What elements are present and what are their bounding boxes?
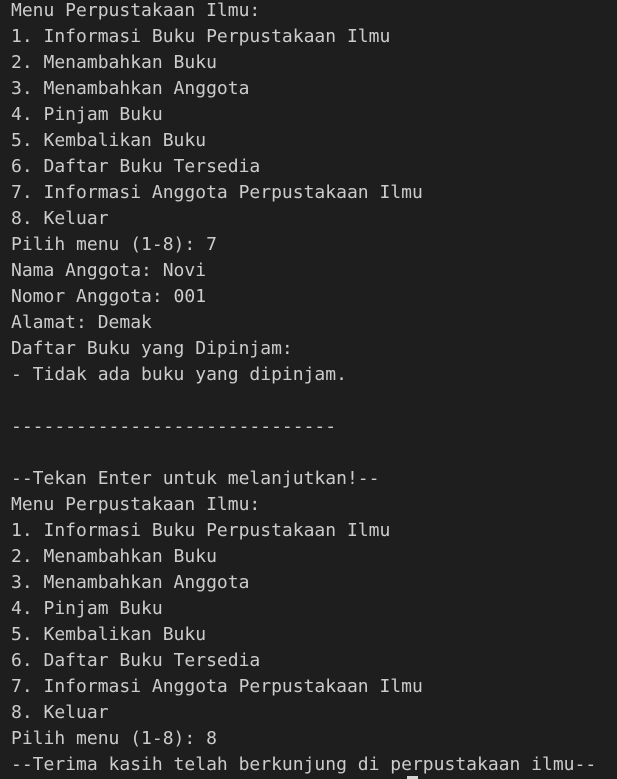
terminal-line: Pilih menu (1-8): 8 bbox=[11, 728, 217, 749]
terminal-line: Nama Anggota: Novi bbox=[11, 260, 207, 281]
terminal-line: 7. Informasi Anggota Perpustakaan Ilmu bbox=[11, 676, 423, 697]
terminal-line: 8. Keluar bbox=[11, 208, 109, 229]
terminal-line: --Tekan Enter untuk melanjutkan!-- bbox=[11, 468, 380, 489]
terminal-line: 3. Menambahkan Anggota bbox=[11, 78, 250, 99]
terminal-line: 3. Menambahkan Anggota bbox=[11, 572, 250, 593]
terminal-line: 1. Informasi Buku Perpustakaan Ilmu bbox=[11, 26, 391, 47]
terminal-line: Menu Perpustakaan Ilmu: bbox=[11, 0, 261, 21]
terminal-line: 2. Menambahkan Buku bbox=[11, 52, 217, 73]
separator-line: ------------------------------ bbox=[11, 416, 337, 437]
terminal-line: 4. Pinjam Buku bbox=[11, 598, 163, 619]
terminal-line: 4. Pinjam Buku bbox=[11, 104, 163, 125]
terminal-line: 2. Menambahkan Buku bbox=[11, 546, 217, 567]
terminal-line: Menu Perpustakaan Ilmu: bbox=[11, 494, 261, 515]
terminal-line: Alamat: Demak bbox=[11, 312, 152, 333]
terminal-line: 8. Keluar bbox=[11, 702, 109, 723]
terminal-line: 7. Informasi Anggota Perpustakaan Ilmu bbox=[11, 182, 423, 203]
terminal-line: Daftar Buku yang Dipinjam: bbox=[11, 338, 293, 359]
terminal-line: 1. Informasi Buku Perpustakaan Ilmu bbox=[11, 520, 391, 541]
terminal-line: Nomor Anggota: 001 bbox=[11, 286, 207, 307]
terminal-line: --Terima kasih telah berkunjung di perpu… bbox=[11, 754, 597, 775]
terminal-line: 6. Daftar Buku Tersedia bbox=[11, 156, 261, 177]
terminal-output[interactable]: Menu Perpustakaan Ilmu: 1. Informasi Buk… bbox=[0, 0, 617, 779]
terminal-line: 6. Daftar Buku Tersedia bbox=[11, 650, 261, 671]
terminal-line: 5. Kembalikan Buku bbox=[11, 130, 207, 151]
terminal-line: 5. Kembalikan Buku bbox=[11, 624, 207, 645]
terminal-line: - Tidak ada buku yang dipinjam. bbox=[11, 364, 347, 385]
terminal-line: Pilih menu (1-8): 7 bbox=[11, 234, 217, 255]
